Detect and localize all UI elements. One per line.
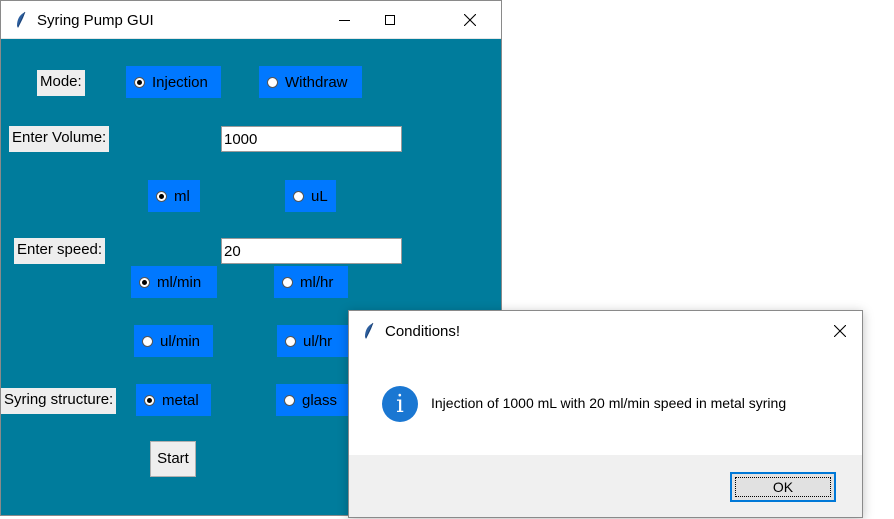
volume-input[interactable] bbox=[221, 126, 402, 152]
radio-label: ul/hr bbox=[303, 332, 333, 350]
radio-injection[interactable]: Injection bbox=[126, 66, 221, 98]
ok-button[interactable]: OK bbox=[730, 472, 836, 502]
focus-ring bbox=[735, 477, 831, 497]
conditions-dialog: Conditions! i Injection of 1000 mL with … bbox=[348, 310, 863, 518]
radio-indicator bbox=[139, 276, 150, 288]
radio-label: ul/min bbox=[160, 332, 201, 350]
start-button[interactable]: Start bbox=[150, 441, 196, 477]
dialog-footer: OK bbox=[349, 455, 862, 517]
dialog-body: i Injection of 1000 mL with 20 ml/min sp… bbox=[349, 351, 862, 455]
feather-icon bbox=[365, 322, 374, 339]
dialog-title: Conditions! bbox=[385, 323, 461, 340]
radio-label: metal bbox=[162, 391, 199, 409]
minimize-button[interactable] bbox=[321, 1, 367, 39]
radio-indicator bbox=[156, 190, 167, 202]
radio-indicator bbox=[267, 76, 278, 88]
speed-input[interactable] bbox=[221, 238, 402, 264]
radio-indicator bbox=[293, 190, 304, 202]
close-icon bbox=[834, 325, 846, 337]
radio-ml-hr[interactable]: ml/hr bbox=[274, 266, 348, 298]
radio-indicator bbox=[134, 76, 145, 88]
radio-indicator bbox=[142, 335, 153, 347]
radio-ul-hr[interactable]: ul/hr bbox=[277, 325, 349, 357]
radio-label: ml/min bbox=[157, 273, 202, 291]
radio-glass[interactable]: glass bbox=[276, 384, 349, 416]
radio-label: ml/hr bbox=[300, 273, 334, 291]
title-bar[interactable]: Syring Pump GUI bbox=[1, 1, 501, 39]
radio-indicator bbox=[284, 394, 295, 406]
radio-label: Injection bbox=[152, 73, 208, 91]
close-button[interactable] bbox=[447, 1, 493, 39]
volume-label: Enter Volume: bbox=[9, 126, 110, 152]
minimize-icon bbox=[338, 19, 350, 21]
close-icon bbox=[464, 14, 476, 26]
radio-ul[interactable]: uL bbox=[285, 180, 336, 212]
structure-label: Syring structure: bbox=[1, 388, 117, 414]
radio-label: Withdraw bbox=[285, 73, 348, 91]
radio-indicator bbox=[285, 335, 296, 347]
window-title: Syring Pump GUI bbox=[37, 12, 154, 29]
radio-label: uL bbox=[311, 187, 328, 205]
dialog-close-button[interactable] bbox=[817, 311, 863, 351]
radio-label: ml bbox=[174, 187, 190, 205]
dialog-title-bar[interactable]: Conditions! bbox=[349, 311, 862, 351]
info-icon: i bbox=[382, 386, 418, 422]
radio-label: glass bbox=[302, 391, 338, 409]
radio-withdraw[interactable]: Withdraw bbox=[259, 66, 362, 98]
radio-ml-min[interactable]: ml/min bbox=[131, 266, 217, 298]
feather-icon bbox=[17, 11, 26, 28]
radio-metal[interactable]: metal bbox=[136, 384, 211, 416]
radio-ml[interactable]: ml bbox=[148, 180, 200, 212]
dialog-message: Injection of 1000 mL with 20 ml/min spee… bbox=[431, 395, 787, 411]
radio-ul-min[interactable]: ul/min bbox=[134, 325, 213, 357]
speed-label: Enter speed: bbox=[14, 238, 106, 264]
mode-label: Mode: bbox=[37, 70, 85, 96]
maximize-button[interactable] bbox=[367, 1, 413, 39]
maximize-icon bbox=[385, 15, 395, 25]
radio-indicator bbox=[282, 276, 293, 288]
radio-indicator bbox=[144, 394, 155, 406]
